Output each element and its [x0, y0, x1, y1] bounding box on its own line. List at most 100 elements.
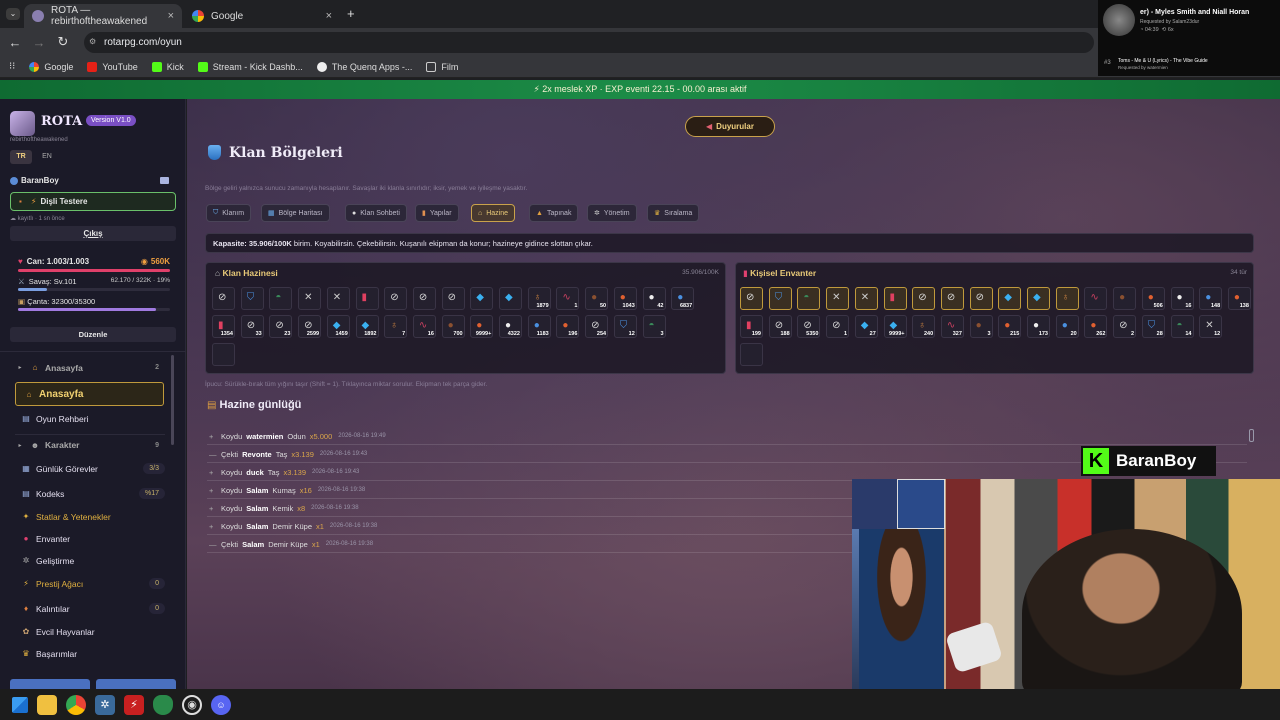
inventory-slot[interactable]: ◆ — [470, 287, 494, 310]
log-scroll-marker[interactable] — [1249, 429, 1254, 442]
sidebar-item-statlar[interactable]: ✦ Statlar & Yetenekler — [15, 506, 165, 527]
inventory-slot[interactable]: ● 4322 — [499, 315, 522, 338]
inventory-slot[interactable]: ⊘ — [412, 287, 436, 310]
forward-icon[interactable]: → — [27, 35, 51, 50]
sidebar-scrollbar[interactable] — [171, 355, 174, 445]
inventory-slot[interactable]: ⛉ 12 — [613, 315, 637, 338]
inventory-slot[interactable]: ● 3 — [969, 315, 993, 338]
sidebar-item-kodeks[interactable]: ▤ Kodeks %17 — [15, 483, 165, 504]
close-tab-icon[interactable]: × — [168, 10, 174, 22]
inventory-slot[interactable]: ◆ — [499, 287, 522, 310]
sidebar-item-envanter[interactable]: ● Envanter — [15, 528, 165, 549]
sidebar-item-kalintilar[interactable]: ♦ Kalıntılar 0 — [15, 598, 165, 619]
inventory-slot[interactable]: ✕ — [854, 287, 878, 310]
inventory-slot[interactable]: ♁ 240 — [912, 315, 936, 338]
back-icon[interactable]: ← — [3, 35, 27, 50]
inventory-slot[interactable]: ⊘ — [212, 287, 235, 310]
inventory-slot[interactable]: ● 173 — [1027, 315, 1050, 338]
inventory-slot[interactable]: ✕ — [326, 287, 350, 310]
inventory-slot[interactable]: ● 215 — [998, 315, 1022, 338]
inventory-slot[interactable]: ⊘ — [912, 287, 936, 310]
inventory-slot[interactable]: ● 42 — [642, 287, 666, 310]
inventory-slot[interactable]: ∿ 327 — [940, 315, 964, 338]
bookmark-google[interactable]: Google — [29, 61, 73, 72]
app-icon[interactable]: ✲ — [95, 694, 115, 715]
clan-treasury-panel[interactable]: ⌂ Klan Hazinesi 35.906/100K ⊘ ⛉ ◓ ✕ ✕ ▮ ⊘ ⊘ ⊘ ◆ ◆ ♁… — [205, 262, 726, 374]
bookmark-folder-film[interactable]: Film — [426, 61, 458, 72]
bookmark-kick[interactable]: Kick — [151, 61, 184, 72]
tab-klan-sohbeti[interactable]: ● Klan Sohbeti — [345, 204, 407, 222]
inventory-slot[interactable]: ⊘ — [384, 287, 408, 310]
inventory-slot[interactable]: ◓ — [797, 287, 821, 310]
tab-siralama[interactable]: ♛ Sıralama — [647, 204, 700, 222]
inventory-slot[interactable]: ⊘ 2599 — [298, 315, 322, 338]
sidebar-item-prestij-agaci[interactable]: ⚡ Prestij Ağacı 0 — [15, 573, 165, 594]
edit-button[interactable]: Düzenle — [10, 327, 176, 342]
close-tab-icon[interactable]: × — [326, 10, 332, 22]
inventory-slot[interactable]: ● 1043 — [613, 287, 637, 310]
inventory-slot[interactable]: ▮ 199 — [740, 315, 763, 338]
inventory-slot[interactable]: ● 506 — [1141, 287, 1165, 310]
tab-yonetim[interactable]: ✲ Yönetim — [587, 204, 637, 222]
empty-slot[interactable] — [740, 343, 763, 366]
inventory-slot[interactable]: ⊘ — [441, 287, 465, 310]
inventory-slot[interactable]: ⊘ 5350 — [797, 315, 821, 338]
empty-slot[interactable] — [212, 343, 235, 366]
inventory-slot[interactable]: ● — [1113, 287, 1137, 310]
tab-klanim[interactable]: ⛉ Klanım — [206, 204, 252, 222]
inventory-slot[interactable]: ● 138 — [1227, 287, 1251, 310]
inventory-slot[interactable]: ◆ 1892 — [355, 315, 379, 338]
inventory-slot[interactable]: ✕ 12 — [1199, 315, 1223, 338]
sidebar-bottom-button-left[interactable] — [10, 679, 90, 689]
inventory-slot[interactable]: ◓ 14 — [1170, 315, 1194, 338]
inventory-slot[interactable]: ⊘ 23 — [269, 315, 293, 338]
tab-bolge-haritasi[interactable]: ▦ Bölge Haritası — [261, 204, 330, 222]
sidebar-group-karakter[interactable]: ▸ ☻ Karakter 9 — [15, 434, 165, 455]
inventory-slot[interactable]: ⛉ — [768, 287, 792, 310]
windows-start-icon[interactable] — [12, 696, 28, 713]
lang-tr-button[interactable]: TR — [10, 150, 32, 164]
apps-icon[interactable]: ⁝⁝ — [9, 61, 15, 72]
inventory-slot[interactable]: ● 148 — [1199, 287, 1223, 310]
inventory-slot[interactable]: ▮ — [883, 287, 907, 310]
sidebar-item-gunluk-gorevler[interactable]: ▦ Günlük Görevler 3/3 — [15, 458, 165, 479]
inventory-slot[interactable]: ♁ — [1055, 287, 1079, 310]
inventory-slot[interactable]: ⊘ 188 — [768, 315, 792, 338]
lang-en-button[interactable]: EN — [36, 150, 58, 164]
inventory-slot[interactable]: ⊘ — [969, 287, 993, 310]
inventory-slot[interactable]: ∿ 1 — [556, 287, 580, 310]
inventory-slot[interactable]: ● 9999+ — [470, 315, 494, 338]
new-tab-button[interactable]: + — [347, 6, 355, 21]
inventory-slot[interactable]: ● 1183 — [527, 315, 551, 338]
sidebar-item-evcil-hayvanlar[interactable]: ✿ Evcil Hayvanlar — [15, 621, 165, 642]
shield-app-icon[interactable] — [153, 694, 173, 715]
tab-yapilar[interactable]: ▮ Yapılar — [415, 204, 459, 222]
inventory-slot[interactable]: ● 262 — [1084, 315, 1108, 338]
inventory-slot[interactable]: ◓ 3 — [642, 315, 666, 338]
announcements-button[interactable]: ◀ Duyurular — [685, 116, 775, 137]
bookmark-youtube[interactable]: YouTube — [87, 61, 138, 72]
file-explorer-icon[interactable] — [37, 694, 57, 715]
sidebar-item-anasayfa[interactable]: ⌂ Anasayfa — [15, 382, 164, 406]
bookmark-kick-dashboard[interactable]: Stream - Kick Dashb... — [197, 61, 303, 72]
site-info-icon[interactable]: ⚙ — [89, 37, 96, 46]
inventory-slot[interactable]: ● 6837 — [671, 287, 695, 310]
inventory-slot[interactable]: ▮ — [355, 287, 379, 310]
inventory-slot[interactable]: ▮ 1354 — [212, 315, 235, 338]
inventory-slot[interactable]: ◆ — [998, 287, 1022, 310]
inventory-slot[interactable]: ● 50 — [585, 287, 609, 310]
inventory-slot[interactable]: ⊘ 33 — [240, 315, 264, 338]
inventory-slot[interactable]: ◆ 1459 — [326, 315, 350, 338]
sidebar-bottom-button-right[interactable] — [96, 679, 176, 689]
inventory-slot[interactable]: ◆ 9999+ — [883, 315, 907, 338]
bookmark-quenq[interactable]: The Quenq Apps -... — [316, 61, 412, 72]
inventory-slot[interactable]: ∿ — [1084, 287, 1108, 310]
tab-rota[interactable]: ROTA — rebirthoftheawakened × — [24, 4, 182, 28]
inventory-slot[interactable]: ◓ — [269, 287, 293, 310]
reload-icon[interactable]: ↻ — [51, 34, 75, 50]
inventory-slot[interactable]: ⊘ — [940, 287, 964, 310]
inventory-slot[interactable]: ● 196 — [556, 315, 580, 338]
personal-inventory-panel[interactable]: ▮ Kişisel Envanter 34 tür ⊘ ⛉ ◓ ✕ ✕ ▮ ⊘ ⊘ ⊘ ◆ ◆ ♁ ∿ ●… — [735, 262, 1254, 374]
inventory-slot[interactable]: ⊘ 2 — [1113, 315, 1137, 338]
discord-icon[interactable]: ☺ — [211, 694, 231, 715]
